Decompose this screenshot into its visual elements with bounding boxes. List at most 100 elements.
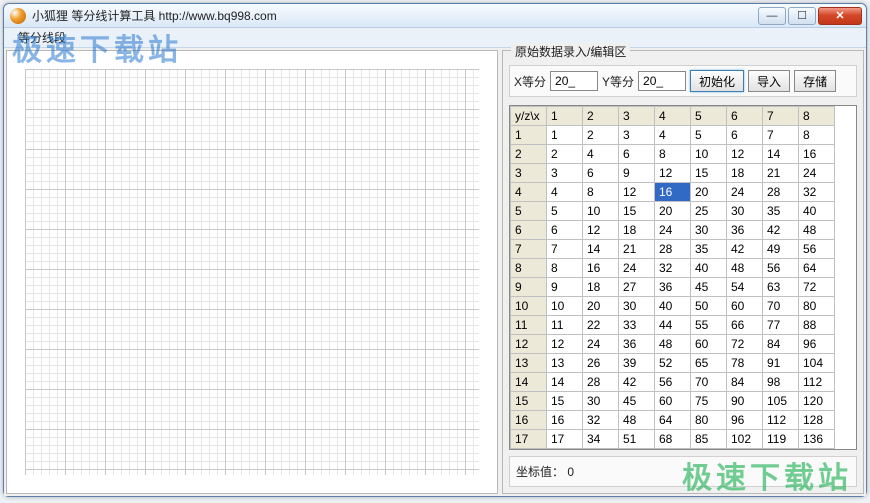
table-row-header[interactable]: 6 — [511, 221, 547, 240]
table-cell[interactable]: 56 — [655, 373, 691, 392]
table-cell[interactable]: 85 — [691, 430, 727, 449]
table-col-header[interactable]: 8 — [799, 107, 835, 126]
table-cell[interactable]: 3 — [619, 126, 655, 145]
table-cell[interactable]: 48 — [799, 221, 835, 240]
table-cell[interactable]: 28 — [583, 373, 619, 392]
menu-item-0[interactable]: 等分线段 — [10, 27, 74, 48]
minimize-button[interactable]: — — [758, 7, 786, 25]
table-cell[interactable]: 24 — [619, 259, 655, 278]
table-cell[interactable]: 6 — [727, 126, 763, 145]
table-cell[interactable]: 98 — [763, 373, 799, 392]
table-cell[interactable]: 15 — [691, 164, 727, 183]
table-cell[interactable]: 24 — [583, 335, 619, 354]
table-cell[interactable]: 120 — [799, 392, 835, 411]
table-cell[interactable]: 72 — [799, 278, 835, 297]
table-cell[interactable]: 17 — [547, 430, 583, 449]
table-cell[interactable]: 36 — [619, 335, 655, 354]
table-col-header[interactable]: 4 — [655, 107, 691, 126]
table-cell[interactable]: 49 — [763, 240, 799, 259]
table-cell[interactable]: 52 — [655, 354, 691, 373]
table-cell[interactable]: 51 — [619, 430, 655, 449]
table-cell[interactable]: 40 — [799, 202, 835, 221]
table-cell[interactable]: 30 — [691, 221, 727, 240]
table-cell[interactable]: 44 — [655, 316, 691, 335]
table-row-header[interactable]: 7 — [511, 240, 547, 259]
table-cell[interactable]: 39 — [619, 354, 655, 373]
table-cell[interactable]: 64 — [655, 411, 691, 430]
table-cell[interactable]: 10 — [547, 297, 583, 316]
table-cell[interactable]: 16 — [799, 145, 835, 164]
table-cell[interactable]: 32 — [583, 411, 619, 430]
table-row-header[interactable]: 9 — [511, 278, 547, 297]
table-cell[interactable]: 55 — [691, 316, 727, 335]
table-cell[interactable]: 21 — [619, 240, 655, 259]
table-cell[interactable]: 64 — [799, 259, 835, 278]
table-cell[interactable]: 36 — [727, 221, 763, 240]
table-cell[interactable]: 18 — [619, 221, 655, 240]
table-cell[interactable]: 40 — [655, 297, 691, 316]
table-cell[interactable]: 48 — [619, 411, 655, 430]
table-cell[interactable]: 6 — [547, 221, 583, 240]
table-cell[interactable]: 25 — [691, 202, 727, 221]
table-cell[interactable]: 60 — [727, 297, 763, 316]
table-cell[interactable]: 32 — [655, 259, 691, 278]
table-cell[interactable]: 16 — [583, 259, 619, 278]
close-button[interactable]: ✕ — [818, 7, 862, 25]
table-row-header[interactable]: 10 — [511, 297, 547, 316]
table-cell[interactable]: 1 — [547, 126, 583, 145]
table-cell[interactable]: 16 — [547, 411, 583, 430]
table-cell[interactable]: 70 — [763, 297, 799, 316]
table-cell[interactable]: 4 — [583, 145, 619, 164]
table-cell[interactable]: 60 — [691, 335, 727, 354]
table-row-header[interactable]: 3 — [511, 164, 547, 183]
table-cell[interactable]: 104 — [799, 354, 835, 373]
table-cell[interactable]: 30 — [619, 297, 655, 316]
table-cell[interactable]: 12 — [547, 335, 583, 354]
table-row-header[interactable]: 16 — [511, 411, 547, 430]
table-cell[interactable]: 30 — [727, 202, 763, 221]
table-cell[interactable]: 4 — [655, 126, 691, 145]
save-button[interactable]: 存储 — [794, 70, 836, 92]
table-cell[interactable]: 56 — [799, 240, 835, 259]
table-cell[interactable]: 65 — [691, 354, 727, 373]
table-cell[interactable]: 48 — [727, 259, 763, 278]
table-cell[interactable]: 8 — [547, 259, 583, 278]
x-divisions-input[interactable] — [550, 71, 598, 91]
table-cell[interactable]: 15 — [619, 202, 655, 221]
table-cell[interactable]: 42 — [727, 240, 763, 259]
table-row-header[interactable]: 17 — [511, 430, 547, 449]
table-cell[interactable]: 11 — [547, 316, 583, 335]
grid-canvas[interactable] — [25, 69, 479, 475]
table-cell[interactable]: 42 — [763, 221, 799, 240]
table-cell[interactable]: 24 — [799, 164, 835, 183]
table-cell[interactable]: 14 — [763, 145, 799, 164]
table-cell[interactable]: 2 — [583, 126, 619, 145]
maximize-button[interactable]: ☐ — [788, 7, 816, 25]
table-cell[interactable]: 66 — [727, 316, 763, 335]
table-cell[interactable]: 40 — [691, 259, 727, 278]
table-cell[interactable]: 14 — [583, 240, 619, 259]
table-row-header[interactable]: 11 — [511, 316, 547, 335]
table-cell[interactable]: 7 — [763, 126, 799, 145]
import-button[interactable]: 导入 — [748, 70, 790, 92]
table-cell[interactable]: 80 — [799, 297, 835, 316]
table-cell[interactable]: 35 — [763, 202, 799, 221]
table-cell[interactable]: 48 — [655, 335, 691, 354]
table-cell[interactable]: 33 — [619, 316, 655, 335]
table-col-header[interactable]: 1 — [547, 107, 583, 126]
table-cell[interactable]: 24 — [727, 183, 763, 202]
table-cell[interactable]: 102 — [727, 430, 763, 449]
table-cell[interactable]: 63 — [763, 278, 799, 297]
table-cell[interactable]: 34 — [583, 430, 619, 449]
table-col-header[interactable]: 5 — [691, 107, 727, 126]
table-cell[interactable]: 84 — [727, 373, 763, 392]
table-cell[interactable]: 36 — [655, 278, 691, 297]
table-cell[interactable]: 68 — [655, 430, 691, 449]
table-cell[interactable]: 8 — [799, 126, 835, 145]
table-col-header[interactable]: 2 — [583, 107, 619, 126]
table-cell[interactable]: 96 — [799, 335, 835, 354]
table-cell[interactable]: 10 — [583, 202, 619, 221]
table-cell[interactable]: 80 — [691, 411, 727, 430]
table-col-header[interactable]: 6 — [727, 107, 763, 126]
table-cell[interactable]: 91 — [763, 354, 799, 373]
